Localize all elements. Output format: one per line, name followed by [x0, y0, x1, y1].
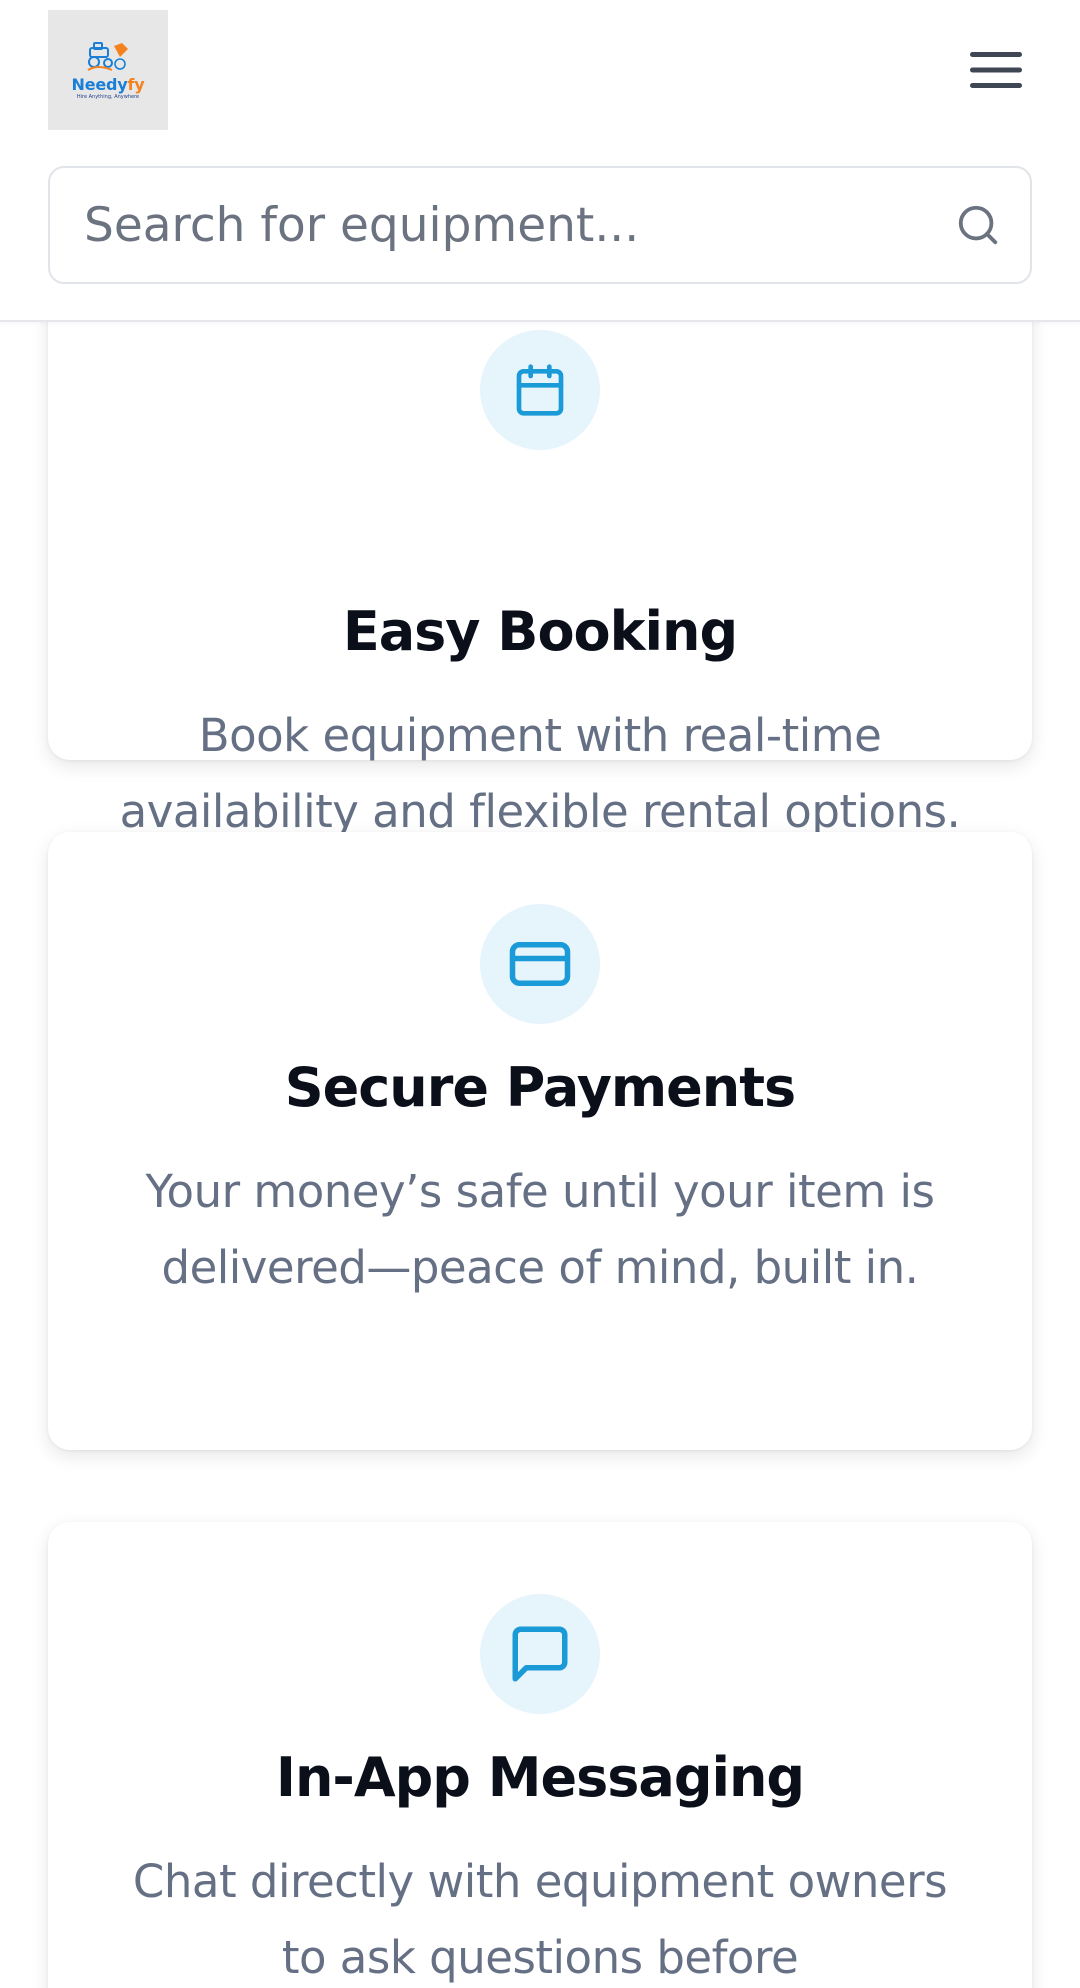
feature-title: Easy Booking [342, 600, 738, 663]
logo-tractor-icon [87, 41, 128, 71]
feature-description: Your money’s safe until your item is del… [145, 1165, 935, 1294]
feature-title: Secure Payments [284, 1056, 796, 1119]
logo-wordmark: Needyfy [71, 74, 145, 94]
search-input[interactable] [84, 168, 944, 282]
feature-card-secure-payments: Secure Payments Your money’s safe until … [48, 832, 1032, 1450]
logo-tagline: Hire Anything, Anywhere [76, 93, 140, 100]
hamburger-menu-icon [970, 52, 1022, 88]
feature-title: In-App Messaging [275, 1746, 805, 1809]
calendar-icon [480, 330, 600, 450]
site-header: Needyfy Hire Anything, Anywhere [0, 0, 1080, 322]
search-icon [958, 205, 998, 245]
page: Easy Booking Book equipment with real-ti… [0, 0, 1080, 1988]
feature-description: Book equipment with real-time availabili… [119, 709, 961, 838]
credit-card-icon [480, 904, 600, 1024]
search-bar [48, 166, 1032, 284]
search-button[interactable] [948, 195, 1008, 255]
message-square-icon [480, 1594, 600, 1714]
hamburger-menu-button[interactable] [960, 40, 1032, 100]
feature-description: Chat directly with equipment owners to a… [132, 1855, 948, 1984]
feature-card-in-app-messaging: In-App Messaging Chat directly with equi… [48, 1522, 1032, 1988]
brand-logo[interactable]: Needyfy Hire Anything, Anywhere [48, 10, 168, 130]
